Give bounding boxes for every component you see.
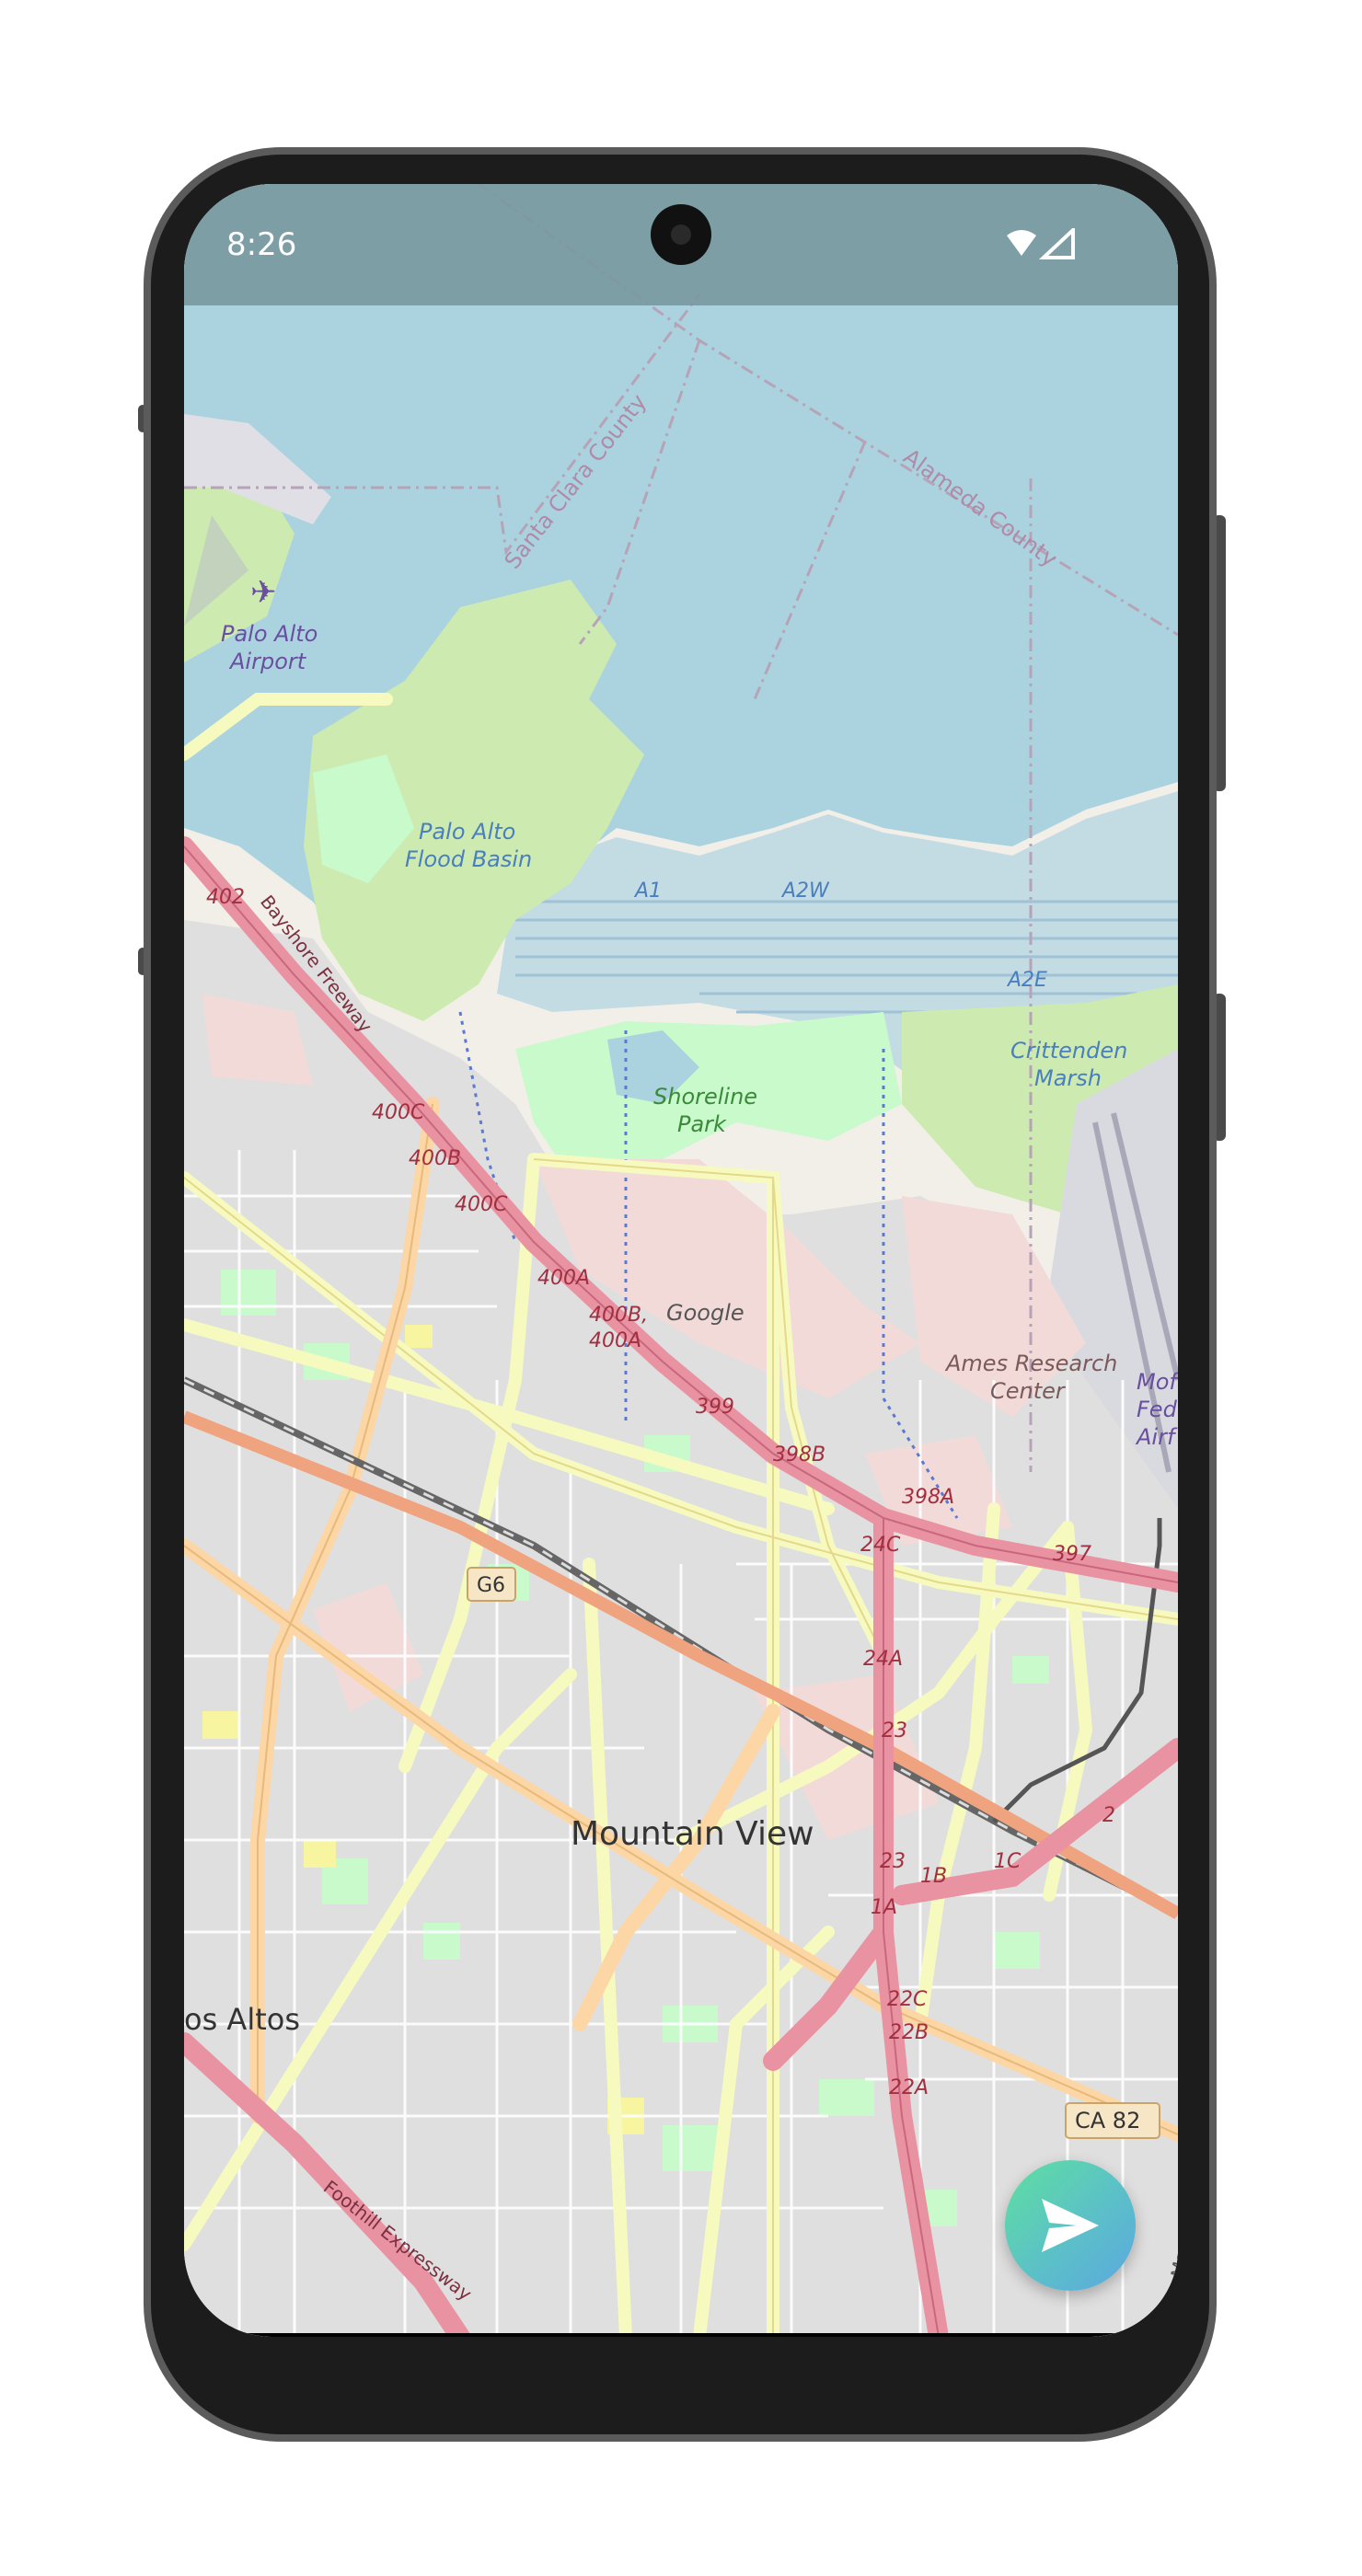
shield-ca82: CA 82 [1075, 2108, 1140, 2133]
shield-g6: G6 [477, 1574, 505, 1597]
label-flood-basin: Palo Alto [419, 819, 515, 845]
exit-402: 402 [206, 886, 245, 909]
label-crittenden: Crittenden [1010, 1038, 1127, 1064]
screen: Alameda County Santa Clara County ✈ Palo… [184, 184, 1178, 2337]
label-ames: Ames Research [944, 1351, 1117, 1376]
exit-22b: 22B [889, 2021, 929, 2044]
label-google: Google [666, 1300, 744, 1326]
navigation-bar [184, 2333, 1178, 2337]
wifi-icon [1007, 230, 1036, 256]
exit-397: 397 [1053, 1543, 1091, 1566]
send-button[interactable] [1005, 2160, 1136, 2291]
map-view[interactable]: Alameda County Santa Clara County ✈ Palo… [184, 184, 1178, 2337]
label-a2e: A2E [1006, 969, 1047, 992]
exit-400b-400a-2: 400A [589, 1329, 641, 1352]
exit-1c: 1C [994, 1850, 1022, 1873]
label-los-altos: os Altos [184, 2002, 300, 2037]
status-bar: 8:26 [184, 184, 1178, 305]
exit-399: 399 [696, 1396, 734, 1419]
exit-400b-400a: 400B, [589, 1304, 648, 1327]
signal-icon [1038, 228, 1075, 259]
status-icons [1007, 228, 1075, 259]
exit-1b: 1B [920, 1865, 947, 1888]
exit-23-b: 23 [880, 1850, 906, 1873]
exit-22a: 22A [889, 2076, 929, 2099]
exit-24a: 24A [863, 1648, 903, 1671]
label-a1: A1 [633, 880, 662, 903]
exit-398a: 398A [902, 1486, 954, 1509]
label-palo-alto-airport-2: Airport [228, 649, 307, 674]
exit-23-a: 23 [882, 1719, 907, 1742]
label-shoreline-park: Shoreline [653, 1084, 757, 1110]
exit-400a: 400A [537, 1267, 590, 1290]
label-mountain-view: Mountain View [571, 1815, 814, 1853]
status-time: 8:26 [226, 226, 297, 263]
label-moffett: Mof [1137, 1369, 1178, 1395]
label-flood-basin-2: Flood Basin [405, 846, 532, 872]
label-shoreline-park-2: Park [677, 1111, 727, 1137]
label-moffett-3: Airf [1135, 1424, 1178, 1450]
send-icon [1042, 2199, 1099, 2252]
label-palo-alto-airport: Palo Alto [221, 621, 317, 647]
exit-400c-a: 400C [372, 1101, 425, 1124]
label-a2w: A2W [780, 880, 830, 903]
exit-400b: 400B [409, 1147, 461, 1170]
label-ames-2: Center [990, 1378, 1067, 1404]
exit-400c-b: 400C [455, 1193, 508, 1216]
label-crittenden-2: Marsh [1034, 1065, 1102, 1091]
exit-22c: 22C [887, 1988, 928, 2011]
exit-398b: 398B [773, 1443, 825, 1466]
airport-icon: ✈ [250, 574, 277, 611]
exit-24c: 24C [860, 1534, 901, 1557]
front-camera [651, 204, 711, 265]
label-moffett-2: Fed [1137, 1397, 1178, 1422]
exit-2: 2 [1102, 1804, 1115, 1827]
exit-1a: 1A [871, 1896, 897, 1919]
